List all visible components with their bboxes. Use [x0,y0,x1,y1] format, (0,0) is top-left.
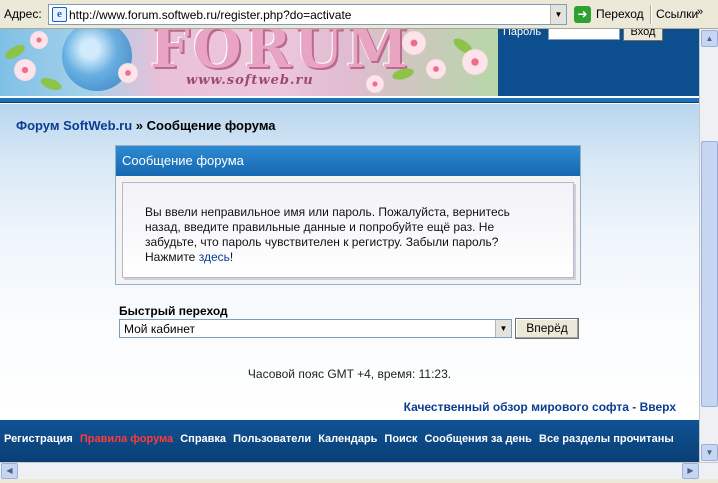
message-panel: Сообщение форума Вы ввели неправильное и… [115,145,581,285]
message-body: Вы ввели неправильное имя или пароль. По… [122,182,574,278]
vertical-scroll-thumb[interactable] [701,141,718,407]
breadcrumb-link-forum[interactable]: Форум SoftWeb.ru [16,118,132,133]
message-text-tail: ! [229,250,234,264]
scroll-right-icon[interactable]: ▶ [682,463,699,479]
forgot-password-link[interactable]: здесь [199,250,230,264]
header-rule [0,98,699,103]
message-title: Сообщение форума [116,146,580,176]
main-content: Форум SoftWeb.ru » Сообщение форума Сооб… [0,104,699,420]
page-viewport: FORUM www.softweb.ru Пароль Вход Форум S… [0,29,699,462]
password-field[interactable] [548,29,620,40]
nav-item-users[interactable]: Пользователи [233,433,311,445]
site-header: FORUM www.softweb.ru Пароль Вход [0,29,699,96]
address-label: Адрес: [4,7,42,21]
quick-jump-value: Мой кабинет [124,322,196,336]
vertical-scrollbar[interactable]: ▲ ▼ [699,29,718,462]
links-button[interactable]: Ссылки [656,7,698,21]
chevron-down-icon[interactable]: ▼ [550,5,566,24]
page-icon: e [52,7,67,22]
chevron-right-icon[interactable]: » [697,6,703,18]
go-button[interactable]: ➜ Переход [571,4,649,25]
address-input[interactable]: e http://www.forum.softweb.ru/register.p… [48,4,567,25]
flower-graphic [118,63,138,83]
nav-item-rules[interactable]: Правила форума [80,433,173,445]
address-url[interactable]: http://www.forum.softweb.ru/register.php… [69,8,351,22]
quick-jump-label: Быстрый переход [119,304,228,318]
leaf-graphic [38,75,64,93]
timezone-text: Часовой пояс GMT +4, время: 11:23. [247,367,452,381]
globe-graphic [62,29,132,91]
address-bar: Адрес: e http://www.forum.softweb.ru/reg… [0,0,718,29]
bottom-nav-row: Регистрация Правила форума Справка Польз… [4,433,678,445]
breadcrumb-separator: » [132,118,147,133]
nav-item-help[interactable]: Справка [180,433,226,445]
nav-item-search[interactable]: Поиск [384,433,417,445]
flower-graphic [402,31,426,55]
horizontal-scrollbar[interactable]: ◀ ▶ [0,462,718,479]
toolbar-divider [650,5,652,24]
nav-item-today-posts[interactable]: Сообщения за день [424,433,531,445]
flower-graphic [426,59,446,79]
login-button[interactable]: Вход [623,29,663,41]
logo-subtitle: www.softweb.ru [186,73,314,88]
flower-graphic [366,75,384,93]
quick-jump-button[interactable]: Вперёд [515,318,579,339]
scroll-up-icon[interactable]: ▲ [701,30,718,47]
status-bar [0,479,718,483]
arrow-right-icon: ➜ [574,6,591,23]
breadcrumb-current: Сообщение форума [146,118,276,133]
flower-graphic [462,49,488,75]
chevron-down-icon[interactable]: ▼ [495,320,511,337]
nav-item-mark-read[interactable]: Все разделы прочитаны [539,433,674,445]
message-text: Вы ввели неправильное имя или пароль. По… [145,205,545,265]
scroll-left-icon[interactable]: ◀ [1,463,18,479]
scroll-down-icon[interactable]: ▼ [701,444,718,461]
password-label: Пароль [503,29,542,38]
quick-jump-select[interactable]: Мой кабинет ▼ [119,319,512,338]
footer-top-link[interactable]: Качественный обзор мирового софта - Ввер… [404,400,676,414]
go-button-label: Переход [596,7,644,21]
nav-item-register[interactable]: Регистрация [4,433,73,445]
forum-logo[interactable]: FORUM www.softweb.ru [0,29,498,96]
nav-item-calendar[interactable]: Календарь [318,433,377,445]
bottom-nav: Регистрация Правила форума Справка Польз… [0,420,699,462]
breadcrumb: Форум SoftWeb.ru » Сообщение форума [16,118,276,133]
flower-graphic [14,59,36,81]
flower-graphic [30,31,48,49]
